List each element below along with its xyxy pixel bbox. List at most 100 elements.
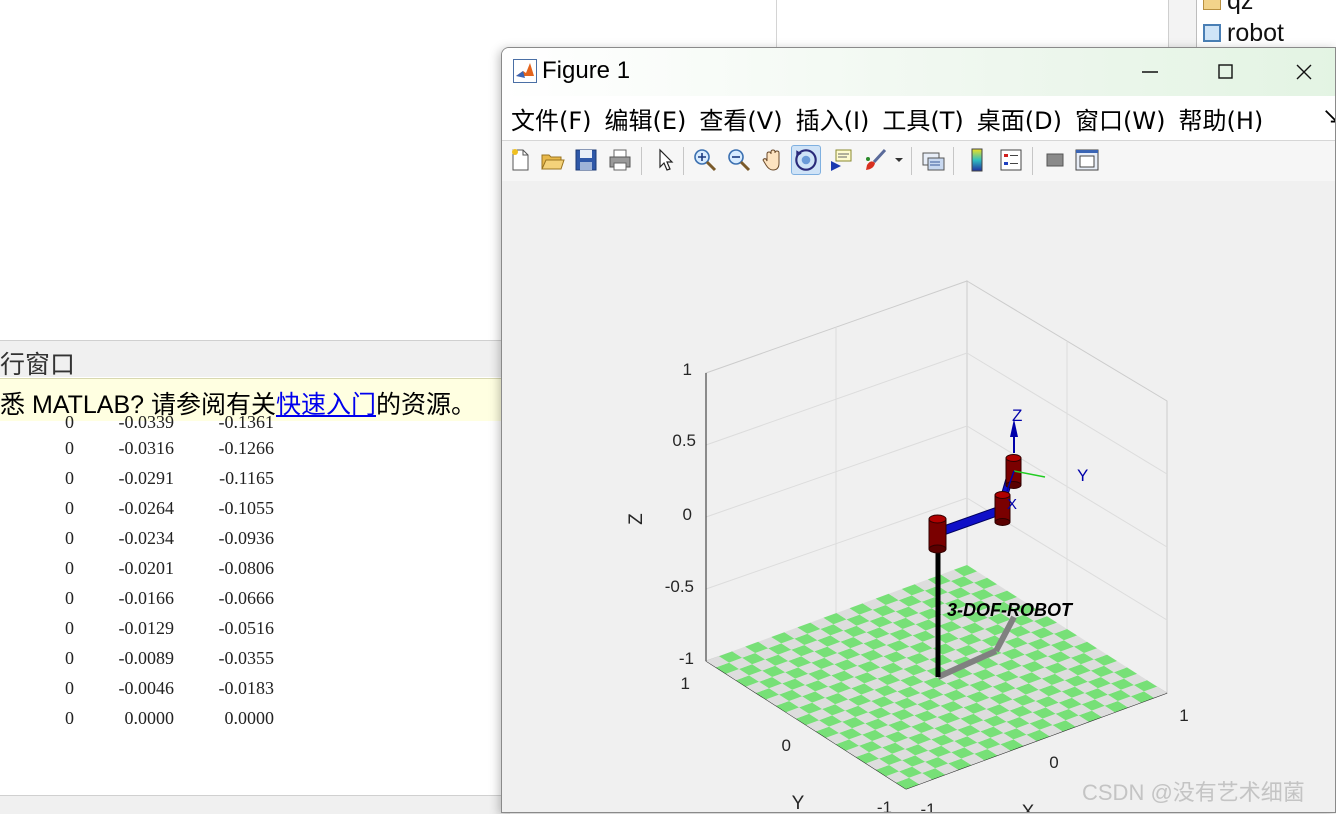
- figure-window[interactable]: Figure 1 文件(F) 编辑(E) 查看(V) 插入(I) 工具(T) 桌…: [501, 47, 1336, 813]
- frame-z-label: Z: [1012, 406, 1022, 425]
- panel-divider: [776, 0, 777, 48]
- workspace-item-robot[interactable]: robot: [1203, 18, 1284, 47]
- menu-tools[interactable]: 工具(T): [882, 101, 963, 136]
- frame-x-label: X: [1007, 496, 1017, 513]
- link-icon[interactable]: [920, 147, 946, 173]
- close-icon: [1296, 64, 1312, 80]
- toolbar-separator: [953, 147, 954, 175]
- z-axis-label: Z: [626, 513, 647, 525]
- command-window-title: 行窗口: [0, 351, 76, 379]
- output-cell: -0.0264: [118, 498, 175, 518]
- output-cell: -0.0089: [118, 648, 175, 668]
- output-cell: -0.0166: [118, 588, 175, 608]
- output-cell: -0.0316: [118, 438, 175, 458]
- axes-3d[interactable]: 1 0.5 0 -0.5 -1 Z 1 0 -1 Y -1 0 1 X 3-DO…: [502, 181, 1336, 813]
- minimize-button[interactable]: [1120, 48, 1180, 96]
- output-cell: -0.0129: [118, 618, 175, 638]
- x-tick-label: -1: [920, 800, 935, 813]
- menu-help[interactable]: 帮助(H): [1178, 101, 1263, 136]
- output-cell: 0: [65, 468, 74, 488]
- matrix-icon: [1203, 0, 1221, 10]
- workspace-item-qz[interactable]: qz: [1203, 0, 1254, 15]
- rotate-3d-button[interactable]: [791, 145, 821, 175]
- zoom-in-icon[interactable]: [692, 147, 718, 173]
- menu-file[interactable]: 文件(F): [511, 101, 592, 136]
- output-cell: -0.0291: [118, 468, 175, 488]
- command-window-header: 行窗口: [0, 340, 510, 379]
- menu-window[interactable]: 窗口(W): [1075, 101, 1165, 136]
- zoom-out-icon[interactable]: [726, 147, 752, 173]
- menu-insert[interactable]: 插入(I): [796, 101, 870, 136]
- output-cell: 0: [65, 558, 74, 578]
- toolbar-separator: [1032, 147, 1033, 175]
- menu-edit[interactable]: 编辑(E): [605, 101, 687, 136]
- toolbar-separator: [641, 147, 642, 175]
- z-tick-label: -0.5: [665, 577, 694, 596]
- output-cell: -0.0516: [218, 618, 275, 638]
- workspace-item-label: qz: [1227, 0, 1254, 15]
- output-cell: -0.0806: [218, 558, 275, 578]
- object-icon: [1203, 24, 1221, 42]
- z-tick-label: 0.5: [672, 431, 696, 450]
- z-tick-label: 0: [683, 505, 692, 524]
- colorbar-icon[interactable]: [964, 147, 990, 173]
- z-tick-label: -1: [679, 649, 694, 668]
- output-cell: -0.0201: [118, 558, 175, 578]
- joint-1: [928, 514, 947, 554]
- y-tick-label: -1: [877, 798, 892, 813]
- figure-titlebar[interactable]: Figure 1: [502, 48, 1335, 96]
- output-cell: -0.1055: [218, 498, 275, 518]
- csdn-watermark: CSDN @没有艺术细菌: [1082, 780, 1305, 805]
- y-tick-label: 0: [782, 736, 791, 755]
- legend-icon[interactable]: [998, 147, 1024, 173]
- output-cell: -0.0936: [218, 528, 275, 548]
- output-cell: -0.0234: [118, 528, 175, 548]
- x-axis-label: X: [1022, 802, 1035, 813]
- output-cell: 0: [65, 528, 74, 548]
- close-button[interactable]: [1274, 48, 1334, 96]
- brush-icon[interactable]: [862, 147, 888, 173]
- output-cell: 0: [65, 708, 74, 728]
- output-cell: 0: [65, 498, 74, 518]
- menu-desktop[interactable]: 桌面(D): [977, 101, 1062, 136]
- minimize-icon: [1142, 71, 1158, 73]
- pointer-icon[interactable]: [652, 147, 678, 173]
- open-file-icon[interactable]: [539, 147, 565, 173]
- workspace-list: qz robot: [1196, 0, 1336, 48]
- maximize-button[interactable]: [1196, 48, 1256, 96]
- show-plot-tools-icon[interactable]: [1074, 147, 1100, 173]
- data-cursor-icon[interactable]: [828, 147, 854, 173]
- menu-overflow-icon[interactable]: ↘: [1322, 104, 1335, 129]
- figure-canvas[interactable]: 1 0.5 0 -0.5 -1 Z 1 0 -1 Y -1 0 1 X 3-DO…: [502, 181, 1336, 813]
- output-cell: -0.0183: [218, 678, 275, 698]
- rotate-3d-icon: [795, 149, 817, 171]
- save-icon[interactable]: [573, 147, 599, 173]
- chevron-down-icon[interactable]: [892, 147, 906, 173]
- output-cell: 0: [65, 678, 74, 698]
- output-cell: -0.0355: [218, 648, 275, 668]
- maximize-icon: [1218, 64, 1233, 79]
- print-icon[interactable]: [607, 147, 633, 173]
- output-cell: 0.0000: [224, 708, 275, 728]
- command-window-output[interactable]: 0 -0.0339 -0.1361 0 -0.0316 -0.1266 0 -0.0291…: [0, 412, 510, 795]
- x-tick-label: 1: [1179, 706, 1188, 725]
- menu-view[interactable]: 查看(V): [699, 101, 782, 136]
- getting-started-link[interactable]: 快速入门: [276, 391, 376, 419]
- output-cell: 0: [65, 648, 74, 668]
- new-figure-icon[interactable]: [507, 147, 533, 173]
- output-cell: 0: [65, 438, 74, 458]
- pan-hand-icon[interactable]: [760, 147, 786, 173]
- workspace-item-label: robot: [1227, 18, 1284, 47]
- figure-toolbar: [502, 140, 1335, 182]
- output-cell: -0.0666: [218, 588, 275, 608]
- output-cell: 0: [65, 588, 74, 608]
- output-cell: -0.1266: [218, 438, 275, 458]
- robot-name-label: 3-DOF-ROBOT: [947, 600, 1074, 620]
- y-axis-label: Y: [792, 793, 805, 813]
- hide-plot-tools-icon[interactable]: [1042, 147, 1068, 173]
- output-cell: 0: [65, 618, 74, 638]
- output-cell: 0.0000: [124, 708, 175, 728]
- output-cell: -0.0046: [118, 678, 175, 698]
- banner-suffix: 的资源。: [375, 391, 476, 419]
- command-window-scrollbar[interactable]: [0, 795, 510, 814]
